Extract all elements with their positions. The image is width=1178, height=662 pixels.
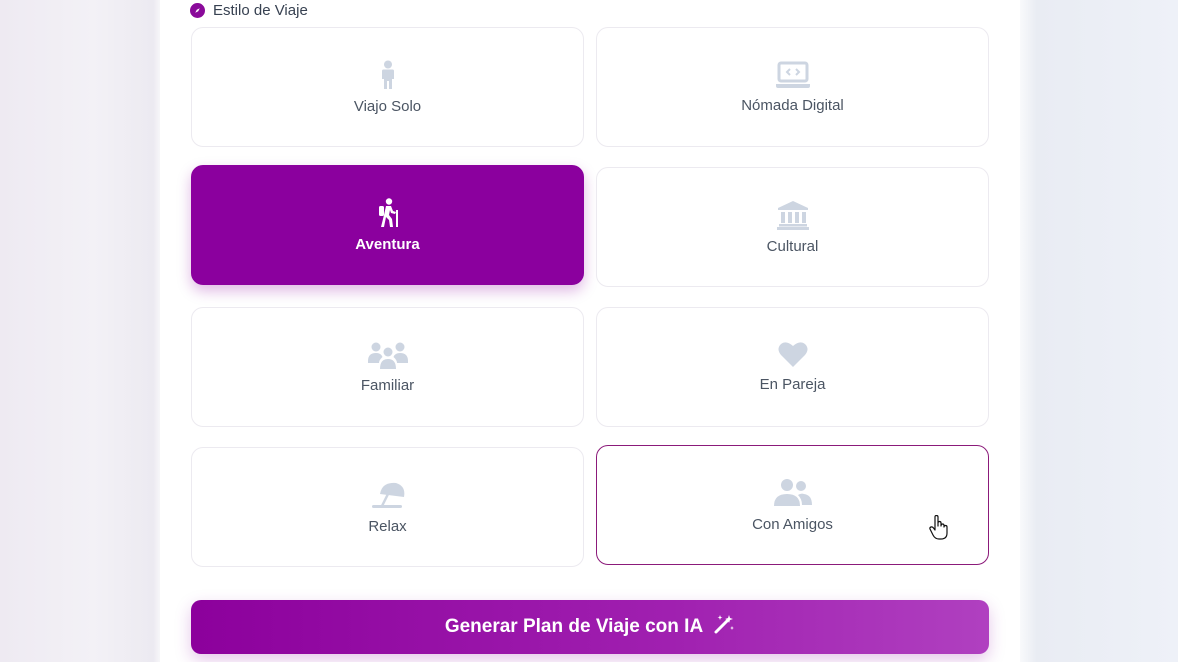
generate-plan-label: Generar Plan de Viaje con IA	[444, 616, 704, 637]
style-option-label: Aventura	[355, 235, 420, 253]
generate-plan-button[interactable]: Generar Plan de Viaje con IA	[191, 600, 989, 654]
style-option-nomada-digital[interactable]: Nómada Digital	[596, 27, 989, 147]
section-title-text: Estilo de Viaje	[213, 1, 308, 19]
hand-pointer-cursor-icon	[929, 514, 949, 546]
style-option-familiar[interactable]: Familiar	[191, 307, 584, 427]
style-option-label: Familiar	[360, 376, 415, 394]
style-option-cultural[interactable]: Cultural	[596, 167, 989, 287]
umbrella-beach-icon	[370, 480, 406, 510]
user-friends-icon	[773, 478, 812, 508]
magic-wand-icon	[713, 613, 735, 641]
family-icon	[367, 341, 408, 369]
section-title: Estilo de Viaje	[190, 0, 308, 20]
person-icon	[377, 60, 399, 90]
hiking-icon	[375, 197, 401, 228]
style-option-label: Nómada Digital	[741, 96, 844, 114]
laptop-code-icon	[775, 61, 811, 89]
style-option-label: Con Amigos	[752, 515, 833, 533]
heart-icon	[778, 341, 808, 368]
compass-icon	[190, 2, 205, 18]
style-option-label: Viajo Solo	[353, 97, 422, 115]
style-option-label: Cultural	[766, 237, 819, 255]
style-option-en-pareja[interactable]: En Pareja	[596, 307, 989, 427]
style-option-aventura[interactable]: Aventura	[191, 165, 584, 285]
style-option-label: En Pareja	[759, 376, 826, 393]
style-option-label: Relax	[368, 517, 407, 535]
style-option-con-amigos[interactable]: Con Amigos	[596, 445, 989, 565]
landmark-icon	[776, 200, 809, 230]
style-option-viajo-solo[interactable]: Viajo Solo	[191, 27, 584, 147]
style-option-relax[interactable]: Relax	[191, 447, 584, 567]
